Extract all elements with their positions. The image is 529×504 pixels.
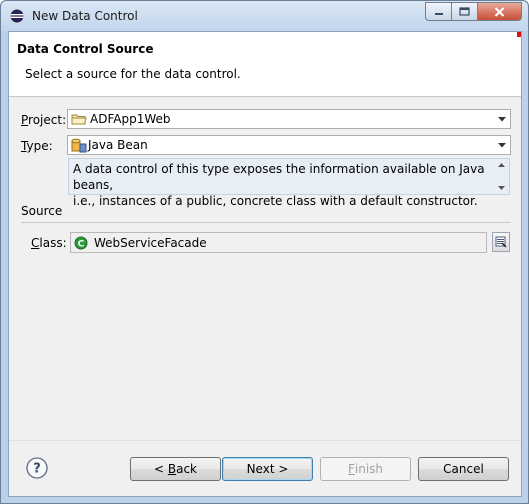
type-description-line2: i.e., instances of a public, concrete cl… (73, 194, 478, 208)
window-title: New Data Control (32, 9, 138, 23)
back-button-mnemonic: B (167, 462, 177, 476)
dialog-window: New Data Control Data Control Source Sel… (0, 0, 529, 504)
back-button-prefix: < (153, 462, 168, 476)
cancel-button-label: Cancel (443, 462, 484, 476)
scroll-down-icon[interactable] (498, 186, 505, 190)
maximize-button[interactable] (452, 2, 478, 21)
corner-marker (517, 32, 521, 37)
close-window-button[interactable] (478, 2, 522, 21)
scroll-up-icon[interactable] (498, 163, 505, 167)
project-label-rest: roject: (28, 113, 67, 127)
next-button[interactable]: Next > (222, 457, 313, 481)
finish-button-mnemonic: F (347, 462, 355, 476)
dialog-body: Data Control Source Select a source for … (8, 31, 522, 497)
class-icon: C (74, 236, 88, 249)
footer-separator (9, 440, 521, 441)
class-label-rest: lass: (39, 236, 67, 250)
project-label-mnemonic: P (21, 113, 29, 127)
minimize-icon (434, 12, 443, 15)
window-controls (425, 2, 522, 21)
source-separator (21, 222, 511, 223)
class-value: WebServiceFacade (94, 235, 207, 250)
browse-icon (495, 236, 507, 248)
minimize-button[interactable] (425, 2, 452, 21)
svg-text:C: C (78, 239, 85, 249)
class-field[interactable]: C WebServiceFacade (70, 232, 487, 253)
type-description-line1: A data control of this type exposes the … (73, 162, 485, 192)
java-bean-icon (71, 138, 87, 153)
class-label: Class: (31, 236, 67, 250)
chevron-down-icon (497, 116, 506, 121)
project-dropdown-arrow[interactable] (493, 110, 510, 128)
source-section-label: Source (21, 204, 63, 218)
project-label: Project: (21, 113, 66, 127)
page-title: Data Control Source (17, 42, 154, 56)
next-button-label: Next > (246, 462, 289, 476)
back-button[interactable]: < Back (130, 457, 221, 481)
help-icon[interactable]: ? (26, 457, 48, 479)
chevron-down-icon (497, 142, 506, 147)
wizard-header: Data Control Source Select a source for … (9, 32, 521, 97)
svg-text:?: ? (33, 462, 41, 477)
close-icon (494, 6, 505, 17)
type-label: Type: (21, 139, 53, 153)
finish-button[interactable]: Finish (320, 457, 411, 481)
type-dropdown-arrow[interactable] (493, 136, 510, 154)
project-value: ADFApp1Web (90, 112, 171, 126)
description-scrollbar[interactable] (494, 159, 509, 194)
type-label-rest: ype: (26, 139, 53, 153)
cancel-button[interactable]: Cancel (418, 457, 509, 481)
back-button-rest: ack (176, 462, 197, 476)
title-bar[interactable]: New Data Control (1, 1, 528, 31)
type-value: Java Bean (88, 138, 148, 152)
finish-button-rest: inish (354, 462, 384, 476)
type-dropdown[interactable]: Java Bean (67, 135, 511, 155)
project-dropdown[interactable]: ADFApp1Web (67, 109, 511, 129)
page-subtitle: Select a source for the data control. (25, 67, 241, 81)
browse-class-button[interactable] (492, 232, 510, 252)
eclipse-icon (10, 9, 24, 23)
type-description: A data control of this type exposes the … (68, 158, 510, 208)
maximize-icon (459, 7, 470, 16)
folder-icon (71, 114, 87, 125)
